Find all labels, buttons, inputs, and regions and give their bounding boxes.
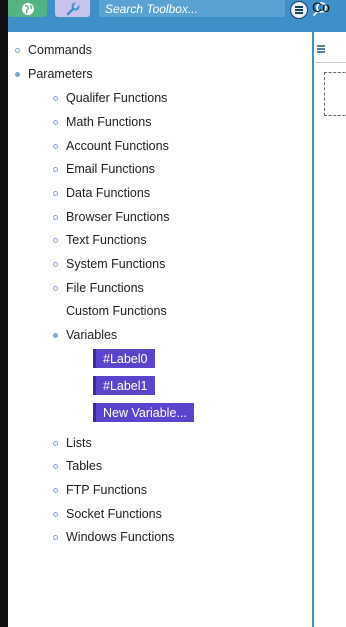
tree-item-file-functions[interactable]: File Functions [53,279,144,297]
tree-item-label: Email Functions [66,162,155,176]
wrench-button[interactable] [55,0,90,17]
tree-item-label: Math Functions [66,115,152,129]
bullet-icon [53,534,58,540]
tree-item-label: Commands [28,43,92,57]
variable-chip-label0[interactable]: #Label0 [93,349,155,368]
tree-item-label: Data Functions [66,186,151,200]
tree-item-text-functions[interactable]: Text Functions [53,231,147,249]
tree-item-math-functions[interactable]: Math Functions [53,113,151,131]
bullet-icon [53,332,58,338]
tree-item-label: Browser Functions [66,210,170,224]
editor-separator [316,62,346,63]
bullet-icon [53,166,58,172]
search-input[interactable] [99,0,255,17]
tree-item-label: Tables [66,459,103,473]
bullet-icon [53,285,58,291]
tree-item-tables[interactable]: Tables [53,457,102,475]
tree-item-qualifer-functions[interactable]: Qualifer Functions [53,89,167,107]
tree-item-label: System Functions [66,257,166,271]
bullet-icon [53,143,58,149]
globe-button[interactable] [8,0,47,17]
tree-item-socket-functions[interactable]: Socket Functions [53,505,162,523]
code-editor[interactable] [316,32,346,627]
toolbox-tree: Commands Parameters Qualifer Functions M… [8,32,314,627]
tree-item-data-functions[interactable]: Data Functions [53,184,150,202]
tree-item-system-functions[interactable]: System Functions [53,255,165,273]
tree-item-label: Lists [66,436,92,450]
window-left-edge [0,0,8,627]
editor-menu-icon[interactable] [316,42,330,56]
tree-item-commands[interactable]: Commands [15,41,92,59]
menu-button[interactable] [290,1,308,19]
search-box [99,0,327,17]
globe-icon [21,2,34,15]
bullet-icon [53,214,58,220]
tree-item-browser-functions[interactable]: Browser Functions [53,208,170,226]
tree-item-label: FTP Functions [66,483,148,497]
toolbar: Co [8,0,346,32]
tree-item-account-functions[interactable]: Account Functions [53,137,169,155]
bullet-icon [53,487,58,493]
tree-item-label: Socket Functions [66,507,162,521]
tree-item-email-functions[interactable]: Email Functions [53,160,155,178]
tree-item-label: Text Functions [66,233,147,247]
wrench-icon [66,1,80,15]
bullet-icon [15,47,20,53]
tree-item-lists[interactable]: Lists [53,434,92,452]
tree-item-label: Qualifer Functions [66,91,168,105]
tree-item-label: File Functions [66,281,144,295]
code-block-placeholder[interactable] [324,72,346,116]
bullet-icon [53,190,58,196]
bullet-icon [53,119,58,125]
bullet-icon [53,463,58,469]
variable-chip-label1[interactable]: #Label1 [93,376,155,395]
bullet-icon [15,71,20,77]
new-variable-button[interactable]: New Variable... [93,403,194,422]
bullet-icon [53,237,58,243]
tree-item-label: Variables [66,328,118,342]
tree-item-windows-functions[interactable]: Windows Functions [53,528,174,546]
tree-item-label: Parameters [28,67,93,81]
code-tab-label[interactable]: Co [312,0,330,15]
tree-item-label: Custom Functions [66,304,167,318]
hamburger-icon [295,6,303,8]
bullet-icon [53,95,58,101]
tree-item-variables[interactable]: Variables [53,326,117,344]
bullet-icon [53,261,58,267]
tree-item-custom-functions[interactable]: Custom Functions [53,302,167,320]
tree-item-ftp-functions[interactable]: FTP Functions [53,481,147,499]
tree-item-parameters[interactable]: Parameters [15,65,93,83]
tree-item-label: Windows Functions [66,530,175,544]
bullet-icon [53,440,58,446]
bullet-icon [53,511,58,517]
tree-item-label: Account Functions [66,139,169,153]
